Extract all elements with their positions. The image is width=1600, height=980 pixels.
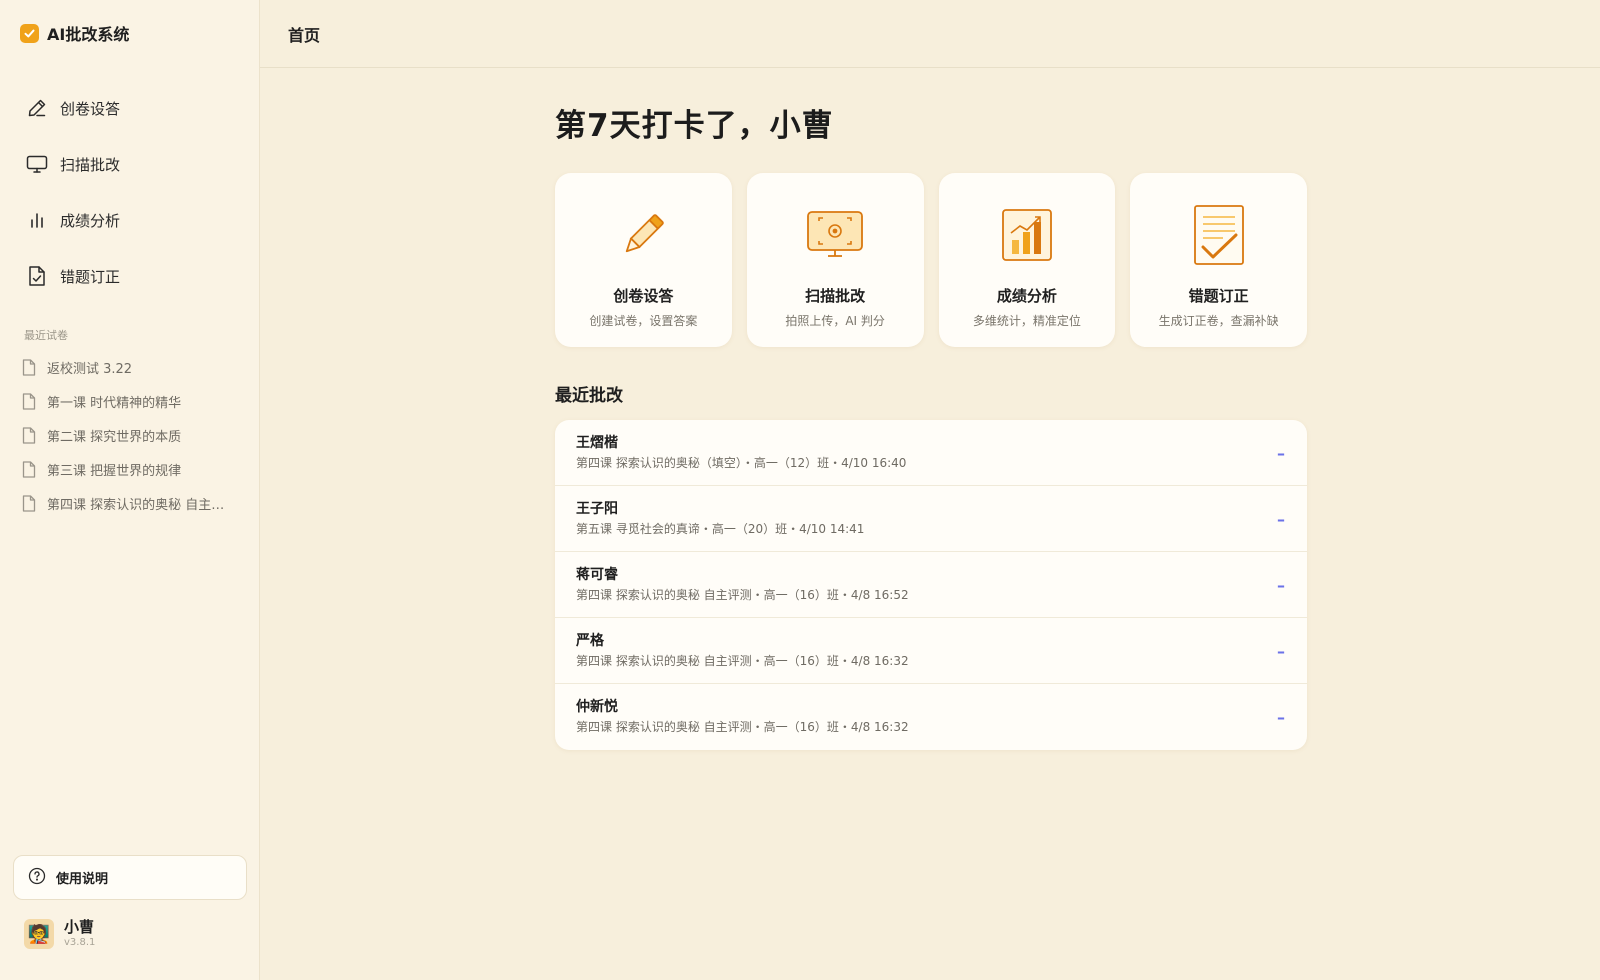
card-title: 扫描批改 (805, 287, 866, 305)
grading-meta: 第四课 探索认识的奥秘 自主评测・高一（16）班・4/8 16:52 (576, 588, 909, 602)
app-root: AI批改系统 创卷设答 扫描批改 成绩分析 错题订正 最近试卷 返校测试 3.2… (0, 0, 1600, 980)
sidebar-nav: 创卷设答 扫描批改 成绩分析 错题订正 (14, 86, 246, 310)
card-title: 创卷设答 (613, 287, 674, 305)
table-row[interactable]: 王子阳 第五课 寻觅社会的真谛・高一（20）班・4/10 14:41 – (555, 486, 1307, 552)
student-name: 蒋可睿 (576, 567, 618, 583)
recent-papers-list: 返校测试 3.22 第一课 时代精神的精华 第二课 探究世界的本质 第三课 把握… (22, 350, 240, 520)
bar-chart-icon (26, 209, 48, 231)
scanner-monitor-icon (803, 203, 867, 267)
score-value: – (1277, 576, 1285, 595)
recent-paper-label: 返校测试 3.22 (47, 361, 133, 377)
file-icon (22, 392, 38, 410)
pencil-icon (611, 203, 675, 267)
sidebar-item-label: 成绩分析 (60, 211, 121, 230)
brand[interactable]: AI批改系统 (20, 21, 129, 45)
card-subtitle: 拍照上传，AI 判分 (785, 314, 885, 328)
top-bar: 首页 (260, 0, 1600, 68)
card-error-correction[interactable]: 错题订正 生成订正卷，查漏补缺 (1130, 173, 1307, 347)
score-value: – (1277, 444, 1285, 463)
file-icon (22, 358, 38, 376)
sidebar-item-label: 创卷设答 (60, 99, 121, 118)
card-score-analysis[interactable]: 成绩分析 多维统计，精准定位 (938, 173, 1116, 347)
help-circle-icon (28, 867, 46, 889)
app-version: v3.8.1 (64, 937, 96, 948)
grading-meta: 第四课 探索认识的奥秘（填空）・高一（12）班・4/10 16:40 (576, 456, 907, 470)
checkbox-logo-icon (20, 23, 39, 43)
student-name: 严格 (576, 633, 604, 649)
recent-paper-label: 第三课 把握世界的规律 (47, 463, 182, 479)
grading-meta: 第四课 探索认识的奥秘 自主评测・高一（16）班・4/8 16:32 (576, 720, 909, 734)
growth-chart-icon (995, 203, 1059, 267)
grading-meta: 第五课 寻觅社会的真谛・高一（20）班・4/10 14:41 (576, 522, 865, 536)
card-subtitle: 多维统计，精准定位 (972, 314, 1081, 328)
recent-papers-heading: 最近试卷 (24, 329, 68, 342)
recent-paper-item[interactable]: 第一课 时代精神的精华 (22, 384, 240, 418)
sidebar-item-create-paper[interactable]: 创卷设答 (14, 86, 246, 130)
feature-cards: 创卷设答 创建试卷，设置答案 扫描批改 拍照上传，AI 判分 成绩分析 多维统计… (555, 173, 1307, 347)
sidebar-item-label: 扫描批改 (60, 155, 121, 174)
file-icon (22, 460, 38, 478)
score-value: – (1277, 510, 1285, 529)
student-name: 仲新悦 (576, 699, 618, 715)
recent-paper-item[interactable]: 第二课 探究世界的本质 (22, 418, 240, 452)
recent-paper-label: 第二课 探究世界的本质 (47, 429, 182, 445)
recent-grading-list: 王熠楷 第四课 探索认识的奥秘（填空）・高一（12）班・4/10 16:40 –… (555, 420, 1307, 750)
card-scan-grading[interactable]: 扫描批改 拍照上传，AI 判分 (746, 173, 924, 347)
card-subtitle: 创建试卷，设置答案 (589, 314, 698, 328)
home-content: 第7天打卡了，小曹 创卷设答 创建试卷，设置答案 扫描批改 拍照上传，AI 判分… (555, 100, 1307, 750)
score-value: – (1277, 642, 1285, 661)
recent-paper-item[interactable]: 第四课 探索认识的奥秘 自主… (22, 486, 240, 520)
score-value: – (1277, 708, 1285, 727)
sidebar-item-label: 错题订正 (60, 267, 121, 286)
avatar: 🧑‍🏫 (24, 919, 54, 949)
student-name: 王子阳 (576, 501, 618, 517)
help-button[interactable]: 使用说明 (13, 855, 247, 900)
card-title: 成绩分析 (996, 287, 1057, 305)
table-row[interactable]: 仲新悦 第四课 探索认识的奥秘 自主评测・高一（16）班・4/8 16:32 – (555, 684, 1307, 750)
sidebar: AI批改系统 创卷设答 扫描批改 成绩分析 错题订正 最近试卷 返校测试 3.2… (0, 0, 260, 980)
recent-paper-label: 第四课 探索认识的奥秘 自主… (47, 497, 225, 513)
user-profile[interactable]: 🧑‍🏫 小曹 v3.8.1 (24, 918, 95, 950)
student-name: 王熠楷 (576, 435, 618, 451)
recent-paper-item[interactable]: 第三课 把握世界的规律 (22, 452, 240, 486)
app-title: AI批改系统 (47, 25, 130, 44)
card-create-paper[interactable]: 创卷设答 创建试卷，设置答案 (555, 173, 732, 347)
recent-paper-label: 第一课 时代精神的精华 (47, 395, 182, 411)
greeting-heading: 第7天打卡了，小曹 (555, 108, 834, 144)
card-subtitle: 生成订正卷，查漏补缺 (1158, 314, 1279, 328)
card-title: 错题订正 (1188, 287, 1249, 305)
table-row[interactable]: 蒋可睿 第四课 探索认识的奥秘 自主评测・高一（16）班・4/8 16:52 – (555, 552, 1307, 618)
file-icon (22, 426, 38, 444)
user-info: 小曹 v3.8.1 (64, 918, 95, 950)
document-check-icon (26, 265, 48, 287)
main-area: 首页 第7天打卡了，小曹 创卷设答 创建试卷，设置答案 扫描批改 拍照上传，AI… (260, 0, 1600, 980)
page-title: 首页 (288, 25, 321, 45)
table-row[interactable]: 王熠楷 第四课 探索认识的奥秘（填空）・高一（12）班・4/10 16:40 – (555, 420, 1307, 486)
user-name: 小曹 (64, 918, 95, 936)
pen-icon (26, 97, 48, 119)
file-icon (22, 494, 38, 512)
recent-grading-heading: 最近批改 (555, 386, 623, 406)
grading-meta: 第四课 探索认识的奥秘 自主评测・高一（16）班・4/8 16:32 (576, 654, 909, 668)
recent-paper-item[interactable]: 返校测试 3.22 (22, 350, 240, 384)
monitor-icon (26, 153, 48, 175)
sidebar-item-error-correction[interactable]: 错题订正 (14, 254, 246, 298)
sidebar-item-score-analysis[interactable]: 成绩分析 (14, 198, 246, 242)
table-row[interactable]: 严格 第四课 探索认识的奥秘 自主评测・高一（16）班・4/8 16:32 – (555, 618, 1307, 684)
help-label: 使用说明 (56, 872, 109, 887)
sidebar-item-scan-grading[interactable]: 扫描批改 (14, 142, 246, 186)
checklist-icon (1187, 203, 1251, 267)
